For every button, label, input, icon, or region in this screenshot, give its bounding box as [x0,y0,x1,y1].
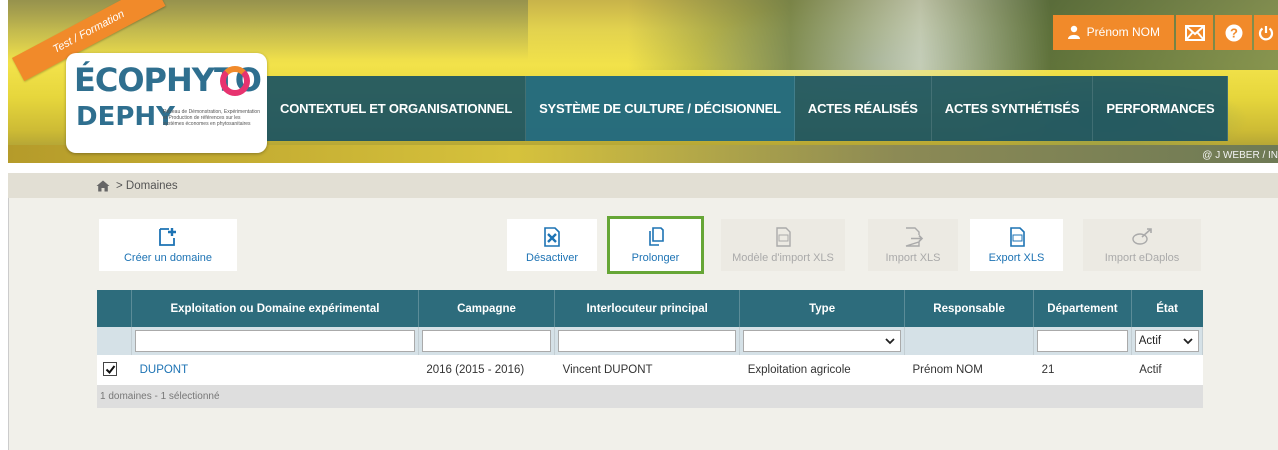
user-toolbar: Prénom NOM ? [1052,15,1278,50]
main-nav: CONTEXTUEL ET ORGANISATIONNEL SYSTÈME DE… [267,76,1229,141]
column-header[interactable]: Interlocuteur principal [554,290,741,327]
import-edaplos-button[interactable]: Import eDaplos [1083,219,1201,271]
extend-label: Prolonger [631,252,680,264]
cell-type: Exploitation agricole [739,355,905,385]
filter-state-select[interactable]: Actif [1134,330,1199,352]
breadcrumb: > Domaines [8,173,1278,198]
export-xls-button[interactable]: Export XLS [970,219,1063,271]
xls-template-button[interactable]: Modèle d'import XLS [721,219,845,271]
header-banner: Test / Formation ÉCOPHYTO DEPHY Réseau d… [8,0,1278,163]
xls-template-label: Modèle d'import XLS [732,252,834,264]
deactivate-label: Désactiver [526,252,578,264]
nav-contextuel[interactable]: CONTEXTUEL ET ORGANISATIONNEL [267,76,527,141]
nav-actes-synthetises[interactable]: ACTES SYNTHÉTISÉS [932,76,1094,141]
logo-dephy-text: DEPHY [76,102,175,132]
filter-row: Actif [97,327,1204,355]
logo-tagline: Réseau de Démonstration, Expérimentation… [163,109,260,127]
copy-icon [648,227,664,246]
home-icon[interactable] [96,180,110,192]
domains-table: Exploitation ou Domaine expérimental Cam… [97,290,1204,408]
deactivate-button[interactable]: Désactiver [507,219,597,271]
cell-state: Actif [1131,355,1203,385]
column-header[interactable]: Département [1033,290,1132,327]
checkmark-icon [105,365,115,374]
column-header[interactable]: Campagne [418,290,556,327]
create-domain-label: Créer un domaine [123,252,213,264]
filter-type-select[interactable] [743,330,901,352]
user-icon [1067,25,1080,39]
import-edaplos-label: Import eDaplos [1104,252,1180,264]
row-checkbox[interactable] [103,362,117,377]
filter-name-input[interactable] [135,330,415,352]
domain-name-link[interactable]: DUPONT [131,355,419,385]
chevron-down-icon [1183,338,1193,345]
photo-credit: @ J WEBER / IN [1202,150,1278,161]
column-header[interactable]: Type [739,290,905,327]
filter-campaign-input[interactable] [421,330,552,352]
cell-department: 21 [1033,355,1132,385]
nav-systeme-culture[interactable]: SYSTÈME DE CULTURE / DÉCISIONNEL [526,76,795,141]
filter-department-input[interactable] [1037,330,1128,352]
xls-file-icon [776,227,791,247]
messages-button[interactable] [1176,15,1213,50]
help-button[interactable]: ? [1215,15,1252,50]
user-menu[interactable]: Prénom NOM [1052,15,1174,50]
export-xls-label: Export XLS [988,252,1045,264]
user-name: Prénom NOM [1086,25,1160,39]
cell-manager: Prénom NOM [904,355,1034,385]
mail-icon [1184,24,1205,41]
column-header[interactable]: Exploitation ou Domaine expérimental [131,290,419,327]
selection-count: 1 domaines - 1 sélectionné [97,385,1203,408]
import-icon [905,227,924,247]
new-document-icon [159,228,176,246]
column-header[interactable]: Responsable [904,290,1035,327]
column-header[interactable]: État [1131,290,1203,327]
deactivate-icon [544,227,560,247]
filter-spacer [97,327,133,355]
power-icon [1258,25,1274,40]
table-row[interactable]: DUPONT 2016 (2015 - 2016) Vincent DUPONT… [97,355,1203,385]
svg-text:?: ? [1230,25,1238,40]
ecophyto-logo[interactable]: ÉCOPHYTO DEPHY Réseau de Démonstration, … [66,53,267,153]
table-header-row: Exploitation ou Domaine expérimental Cam… [97,290,1203,327]
help-icon: ? [1225,24,1242,41]
nav-actes-realises[interactable]: ACTES RÉALISÉS [795,76,932,141]
extend-button[interactable]: Prolonger [607,216,704,274]
cell-contact: Vincent DUPONT [554,355,740,385]
cell-campaign: 2016 (2015 - 2016) [418,355,555,385]
filter-state-value: Actif [1138,335,1162,347]
nav-performances[interactable]: PERFORMANCES [1093,76,1229,141]
table-footer: 1 domaines - 1 sélectionné [97,385,1203,408]
import-xls-button[interactable]: Import XLS [868,219,958,271]
filter-contact-input[interactable] [558,330,737,352]
import-xls-label: Import XLS [885,252,941,264]
create-domain-button[interactable]: Créer un domaine [99,219,237,271]
logout-button[interactable] [1254,15,1278,50]
filter-manager-empty [904,327,1035,355]
logo-ring-icon [220,66,250,96]
breadcrumb-current: > Domaines [116,179,178,192]
chevron-down-icon [885,338,895,345]
select-column-header [97,290,133,327]
edaplos-icon [1132,228,1152,245]
export-xls-icon [1009,227,1025,247]
